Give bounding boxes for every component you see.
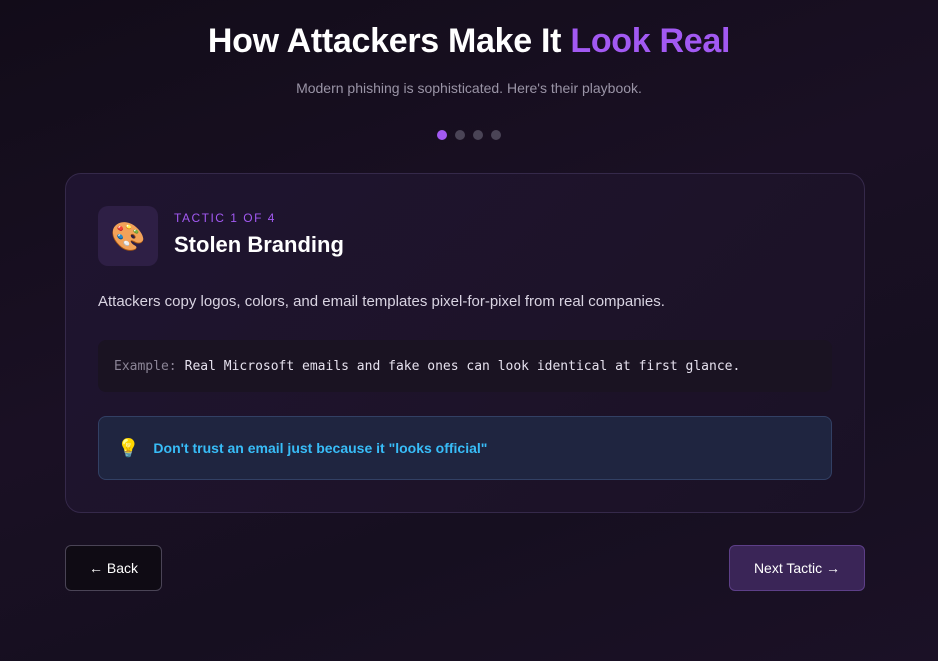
- example-text: Real Microsoft emails and fake ones can …: [184, 358, 741, 374]
- palette-icon: 🎨: [98, 206, 158, 266]
- progress-dot-3[interactable]: [473, 130, 483, 140]
- progress-dots: [0, 130, 938, 140]
- title-accent: Look Real: [570, 22, 731, 60]
- progress-dot-1[interactable]: [437, 130, 447, 140]
- example-box: Example: Real Microsoft emails and fake …: [98, 340, 832, 392]
- page-subtitle: Modern phishing is sophisticated. Here's…: [296, 80, 642, 96]
- tactic-card: 🎨 TACTIC 1 OF 4 Stolen Branding Attacker…: [65, 173, 865, 513]
- tactic-title: Stolen Branding: [174, 232, 344, 257]
- example-label: Example:: [114, 358, 177, 374]
- tip-box: 💡 Don't trust an email just because it "…: [98, 416, 832, 480]
- page-title: How Attackers Make It Look Real: [0, 22, 938, 61]
- progress-dot-4[interactable]: [491, 130, 501, 140]
- tactic-description: Attackers copy logos, colors, and email …: [98, 293, 665, 310]
- progress-dot-2[interactable]: [455, 130, 465, 140]
- back-button[interactable]: ← Back: [65, 545, 162, 591]
- tactic-counter: TACTIC 1 OF 4: [174, 211, 276, 225]
- tip-text: Don't trust an email just because it "lo…: [153, 440, 488, 456]
- lightbulb-icon: 💡: [117, 437, 140, 458]
- next-tactic-button[interactable]: Next Tactic →: [729, 545, 865, 591]
- title-main: How Attackers Make It: [207, 22, 571, 60]
